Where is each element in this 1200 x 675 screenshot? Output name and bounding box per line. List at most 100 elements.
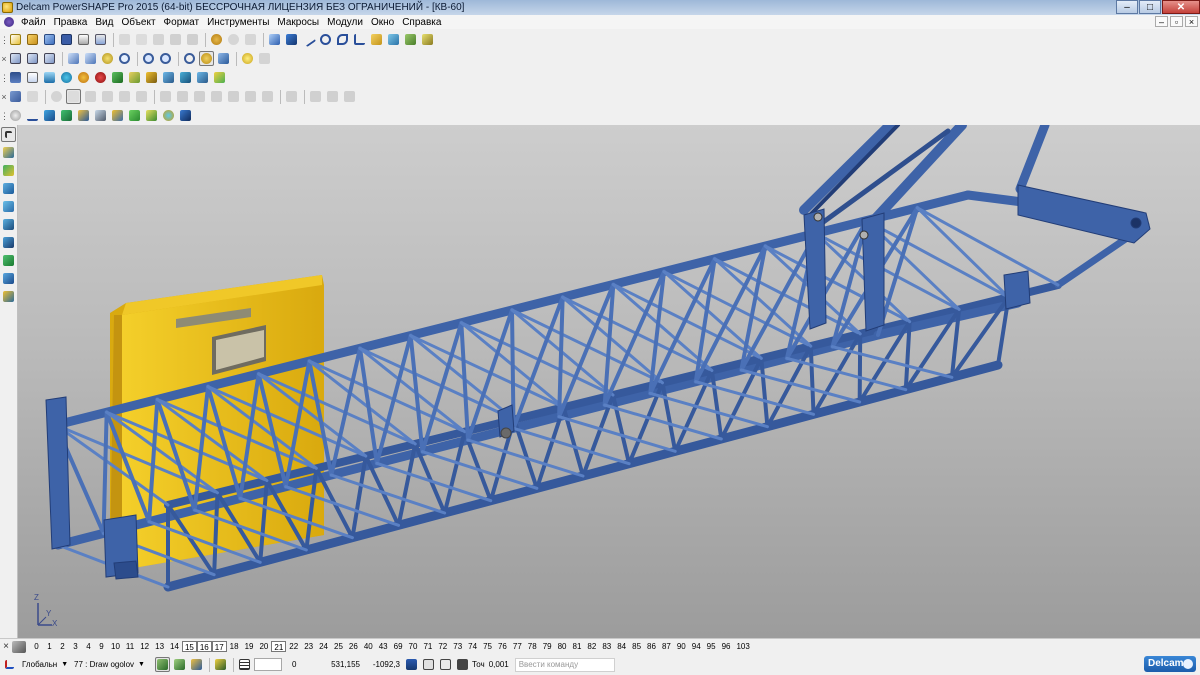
select-box-icon[interactable] bbox=[66, 89, 81, 104]
level-13[interactable]: 13 bbox=[152, 641, 167, 652]
toolbar-grip[interactable]: ⋮ bbox=[0, 32, 9, 48]
level-78[interactable]: 78 bbox=[525, 641, 540, 652]
menu-object[interactable]: Объект bbox=[117, 17, 159, 28]
menu-window[interactable]: Окно bbox=[367, 17, 398, 28]
level-23[interactable]: 23 bbox=[301, 641, 316, 652]
component-icon[interactable] bbox=[161, 70, 176, 85]
create-text-icon[interactable] bbox=[1, 271, 16, 286]
select-curve-icon[interactable] bbox=[100, 89, 115, 104]
layer-icon[interactable] bbox=[8, 70, 23, 85]
create-feature-icon[interactable] bbox=[1, 253, 16, 268]
text-icon[interactable] bbox=[352, 32, 367, 47]
level-19[interactable]: 19 bbox=[242, 641, 257, 652]
filter-icon[interactable] bbox=[8, 89, 23, 104]
level-94[interactable]: 94 bbox=[689, 641, 704, 652]
workplane-status-icon[interactable] bbox=[2, 657, 17, 672]
zoom-all-icon[interactable] bbox=[182, 51, 197, 66]
level-95[interactable]: 95 bbox=[704, 641, 719, 652]
view-iso2-icon[interactable] bbox=[25, 51, 40, 66]
lock-icon[interactable] bbox=[226, 89, 241, 104]
level-82[interactable]: 82 bbox=[584, 641, 599, 652]
menu-format[interactable]: Формат bbox=[160, 17, 204, 28]
menu-macros[interactable]: Макросы bbox=[273, 17, 323, 28]
graphics-viewport[interactable]: Z X Y bbox=[18, 125, 1200, 638]
toolbar-close-icon[interactable]: × bbox=[0, 51, 8, 67]
level-22[interactable]: 22 bbox=[286, 641, 301, 652]
menu-tools[interactable]: Инструменты bbox=[203, 17, 273, 28]
level-81[interactable]: 81 bbox=[570, 641, 585, 652]
undo-history-icon[interactable] bbox=[185, 32, 200, 47]
level-1[interactable]: 1 bbox=[43, 641, 56, 652]
print-preview-icon[interactable] bbox=[93, 32, 108, 47]
menu-view[interactable]: Вид bbox=[91, 17, 117, 28]
select-surface-icon[interactable] bbox=[49, 89, 64, 104]
curve-edit-icon[interactable] bbox=[25, 108, 40, 123]
cut-solid-icon[interactable] bbox=[178, 108, 193, 123]
level-25[interactable]: 25 bbox=[331, 641, 346, 652]
workplane-icon[interactable] bbox=[284, 32, 299, 47]
level-select[interactable]: 77 : Draw ogolov ▼ bbox=[71, 658, 155, 672]
assembly-icon[interactable] bbox=[144, 70, 159, 85]
level-0[interactable]: 0 bbox=[30, 641, 43, 652]
toolbar-close-icon[interactable]: × bbox=[0, 89, 8, 105]
explode-icon[interactable] bbox=[195, 70, 210, 85]
levels-close-icon[interactable]: × bbox=[0, 641, 12, 652]
level-87[interactable]: 87 bbox=[659, 641, 674, 652]
level-43[interactable]: 43 bbox=[376, 641, 391, 652]
doc-minimize-button[interactable]: – bbox=[1155, 16, 1168, 27]
level-24[interactable]: 24 bbox=[316, 641, 331, 652]
revolve-icon[interactable] bbox=[59, 108, 74, 123]
app-icon[interactable] bbox=[2, 2, 13, 13]
level-26[interactable]: 26 bbox=[346, 641, 361, 652]
create-symbol-icon[interactable] bbox=[1, 289, 16, 304]
shaded-mode-icon[interactable] bbox=[199, 51, 214, 66]
electrode-icon[interactable] bbox=[212, 70, 227, 85]
minimize-button[interactable]: – bbox=[1116, 0, 1138, 14]
zoom-out-icon[interactable] bbox=[158, 51, 173, 66]
grid-icon[interactable] bbox=[237, 657, 252, 672]
toolbar-grip[interactable]: ⋮ bbox=[0, 70, 9, 86]
level-69[interactable]: 69 bbox=[391, 641, 406, 652]
level-90[interactable]: 90 bbox=[674, 641, 689, 652]
level-83[interactable]: 83 bbox=[599, 641, 614, 652]
create-mesh-icon[interactable] bbox=[1, 217, 16, 232]
view-front-icon[interactable] bbox=[66, 51, 81, 66]
menu-help[interactable]: Справка bbox=[398, 17, 445, 28]
level-14[interactable]: 14 bbox=[167, 641, 182, 652]
select-point-icon[interactable] bbox=[117, 89, 132, 104]
mirror-object-icon[interactable] bbox=[342, 89, 357, 104]
blank-icon[interactable] bbox=[158, 89, 173, 104]
level-70[interactable]: 70 bbox=[406, 641, 421, 652]
info-icon[interactable] bbox=[421, 657, 436, 672]
coordinate-input-icon[interactable] bbox=[404, 657, 419, 672]
workplane-select[interactable]: Глобальн ▼ bbox=[19, 658, 71, 672]
cut-icon[interactable] bbox=[117, 32, 132, 47]
level-10[interactable]: 10 bbox=[108, 641, 123, 652]
menu-file[interactable]: Файл bbox=[17, 17, 50, 28]
move-object-icon[interactable] bbox=[325, 89, 340, 104]
level-71[interactable]: 71 bbox=[420, 641, 435, 652]
create-line-icon[interactable] bbox=[1, 145, 16, 160]
document-icon[interactable] bbox=[4, 17, 14, 27]
doc-close-button[interactable]: × bbox=[1185, 16, 1198, 27]
copy-icon[interactable] bbox=[134, 32, 149, 47]
level-96[interactable]: 96 bbox=[719, 641, 734, 652]
level-79[interactable]: 79 bbox=[540, 641, 555, 652]
level-74[interactable]: 74 bbox=[465, 641, 480, 652]
zoom-in-icon[interactable] bbox=[141, 51, 156, 66]
command-input[interactable]: Ввести команду bbox=[514, 657, 615, 672]
level-76[interactable]: 76 bbox=[495, 641, 510, 652]
material-icon[interactable] bbox=[59, 70, 74, 85]
repeat-icon[interactable] bbox=[243, 32, 258, 47]
select-arrow-icon[interactable] bbox=[1, 127, 16, 142]
save-icon[interactable] bbox=[59, 32, 74, 47]
blank-toggle-icon[interactable] bbox=[209, 89, 224, 104]
level-40[interactable]: 40 bbox=[361, 641, 376, 652]
wireframe-toggle-icon[interactable] bbox=[172, 657, 187, 672]
select-solid-icon[interactable] bbox=[83, 89, 98, 104]
rotate-icon[interactable] bbox=[100, 51, 115, 66]
redo-icon[interactable] bbox=[226, 32, 241, 47]
view-top-icon[interactable] bbox=[83, 51, 98, 66]
shading-icon[interactable] bbox=[93, 70, 108, 85]
level-77[interactable]: 77 bbox=[510, 641, 525, 652]
